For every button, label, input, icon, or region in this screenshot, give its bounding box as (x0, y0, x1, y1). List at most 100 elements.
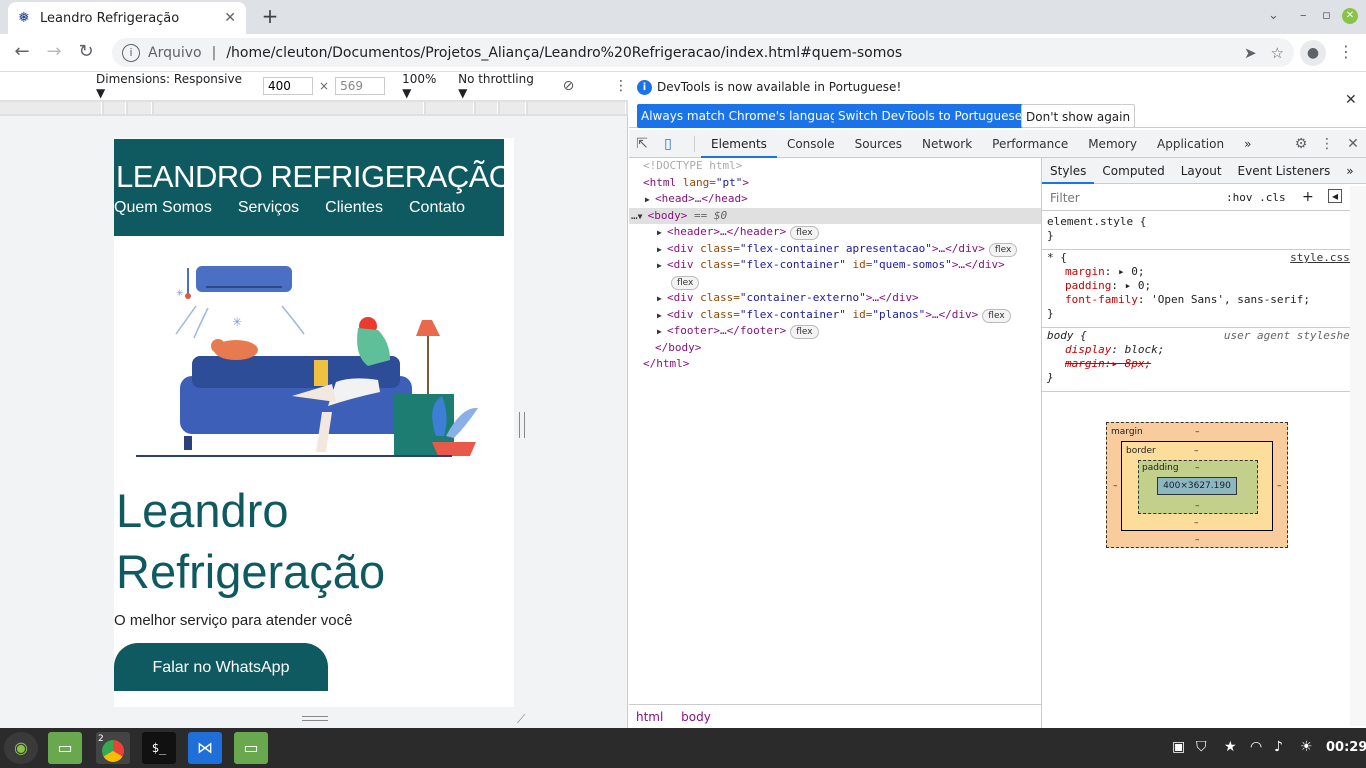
brightness-icon[interactable]: ☀ (1300, 739, 1313, 755)
flex-badge[interactable]: flex (790, 325, 819, 339)
height-input[interactable] (335, 77, 386, 95)
filter-input[interactable]: Filter (1050, 191, 1080, 205)
tab-elements[interactable]: Elements (701, 130, 777, 158)
dom-node-header[interactable]: ▶ <header>…</header> flex (629, 224, 1041, 241)
dom-node-head[interactable]: ▶ <head>…</head> (629, 191, 1041, 208)
breadcrumb-body[interactable]: body (681, 710, 711, 724)
css-value[interactable]: : ▸ 0; (1105, 265, 1145, 278)
dom-node-div-container-externo[interactable]: ▶ <div class="container-externo">…</div> (629, 290, 1041, 307)
dom-node-div-quem-somos[interactable]: ▶ <div class="flex-container" id="quem-so… (629, 257, 1041, 274)
flex-badge[interactable]: flex (671, 275, 700, 290)
devtools-menu-icon[interactable]: ⋮ (1314, 136, 1340, 152)
settings-gear-icon[interactable]: ⚙ (1288, 136, 1314, 152)
ruler-segment[interactable] (476, 102, 498, 114)
whatsapp-button[interactable]: Falar no WhatsApp (114, 643, 328, 691)
hov-cls-toggles[interactable]: :hov .cls (1226, 191, 1286, 204)
more-tabs-icon[interactable]: » (1234, 130, 1261, 158)
inspect-element-icon[interactable]: ⇱ (629, 136, 655, 152)
flex-badge[interactable]: flex (790, 226, 819, 240)
content-size[interactable]: 400×3627.190 (1157, 477, 1237, 495)
switch-to-portuguese-button[interactable]: Switch DevTools to Portuguese (834, 104, 1027, 128)
more-options-icon[interactable]: ⋮ (614, 78, 628, 94)
reload-icon[interactable]: ↻ (74, 41, 98, 65)
star-icon[interactable]: ☆ (1271, 44, 1284, 62)
add-rule-icon[interactable]: + (1302, 189, 1314, 205)
css-value[interactable]: : ▸ 0; (1111, 279, 1151, 292)
clock[interactable]: 00:29 (1326, 740, 1366, 755)
url-text[interactable]: /home/cleuton/Documentos/Projetos_Alianç… (226, 45, 1230, 61)
margin-right-value[interactable]: – (1277, 481, 1282, 491)
clipboard-icon[interactable]: ▣ (1172, 739, 1185, 755)
dont-show-again-button[interactable]: Don't show again (1021, 104, 1136, 128)
dom-node-body[interactable]: …▼ <body> == $0 (629, 207, 1041, 226)
resize-handle-right[interactable] (519, 412, 525, 438)
terminal-icon[interactable]: $_ (142, 732, 176, 764)
rule-selector[interactable]: element.style { (1047, 215, 1363, 229)
info-icon[interactable]: i (122, 43, 140, 62)
nav-clientes[interactable]: Clientes (325, 199, 383, 217)
tab-layout[interactable]: Layout (1173, 158, 1230, 184)
padding-top-value[interactable]: – (1195, 463, 1200, 473)
breadcrumb-html[interactable]: html (636, 710, 663, 724)
profile-avatar-icon[interactable]: ● (1300, 40, 1326, 66)
expand-triangle-icon[interactable]: ▶ (657, 225, 667, 242)
styles-scrollbar[interactable] (1350, 186, 1366, 726)
dom-node-body-close[interactable]: </body> (629, 340, 1041, 357)
device-toggle-icon[interactable]: ▯ (655, 136, 681, 152)
tab-network[interactable]: Network (912, 130, 982, 158)
ruler-segment[interactable] (528, 102, 626, 114)
mint-menu-icon[interactable]: ◉ (4, 732, 38, 764)
css-property[interactable]: padding (1065, 279, 1111, 292)
rule-selector[interactable]: * { (1047, 251, 1067, 264)
tab-memory[interactable]: Memory (1078, 130, 1147, 158)
dom-node-html-close[interactable]: </html> (629, 356, 1041, 373)
vscode-icon[interactable]: ⋈ (188, 732, 222, 764)
resize-corner-icon[interactable]: ⟋ (517, 712, 525, 727)
always-match-language-button[interactable]: Always match Chrome's language (637, 104, 849, 128)
chevron-down-icon[interactable]: ⌄ (1268, 8, 1279, 23)
volume-icon[interactable]: ♪ (1274, 739, 1283, 755)
ruler-segment[interactable] (0, 102, 102, 114)
width-input[interactable] (263, 77, 314, 95)
dom-node-html[interactable]: <html lang="pt"> (629, 175, 1041, 192)
expand-triangle-icon[interactable]: ▶ (657, 242, 667, 259)
border-bottom-value[interactable]: – (1194, 518, 1199, 528)
send-icon[interactable]: ➤ (1244, 44, 1257, 62)
css-property[interactable]: margin (1065, 265, 1105, 278)
ruler-segment[interactable] (154, 102, 424, 114)
folder-icon[interactable]: ▭ (48, 732, 82, 764)
menu-kebab-icon[interactable]: ⋮ (1338, 42, 1354, 61)
nav-contato[interactable]: Contato (409, 199, 465, 217)
tab-event-listeners[interactable]: Event Listeners (1230, 158, 1339, 184)
nav-quem-somos[interactable]: Quem Somos (114, 199, 212, 217)
close-infobar-icon[interactable]: ✕ (1345, 92, 1357, 108)
ruler-segment[interactable] (104, 102, 126, 114)
close-tab-icon[interactable]: ✕ (224, 10, 236, 26)
ruler-segment[interactable] (426, 102, 474, 114)
margin-top-value[interactable]: – (1195, 427, 1200, 437)
browser-tab[interactable]: ❅ Leandro Refrigeração ✕ (8, 2, 246, 34)
close-devtools-icon[interactable]: ✕ (1340, 136, 1366, 152)
tab-styles[interactable]: Styles (1042, 158, 1095, 184)
tab-application[interactable]: Application (1147, 130, 1234, 158)
new-tab-button[interactable]: + (258, 5, 282, 29)
expand-triangle-icon[interactable]: ▶ (657, 291, 667, 308)
css-property[interactable]: font-family (1065, 293, 1138, 306)
expand-triangle-icon[interactable]: ▶ (645, 192, 655, 209)
zoom-dropdown[interactable]: 100% ▼ (402, 72, 447, 100)
css-value[interactable]: : 'Open Sans', sans-serif; (1138, 293, 1310, 306)
margin-left-value[interactable]: – (1113, 481, 1118, 491)
chrome-icon[interactable]: 2 (96, 732, 130, 764)
address-bar[interactable]: i Arquivo | /home/cleuton/Documentos/Pro… (112, 38, 1294, 67)
border-top-value[interactable]: – (1194, 446, 1199, 456)
tab-console[interactable]: Console (777, 130, 845, 158)
minimize-icon[interactable]: – (1300, 8, 1307, 23)
padding-bottom-value[interactable]: – (1195, 501, 1200, 511)
resize-handle-bottom[interactable] (302, 716, 328, 721)
nav-servicos[interactable]: Serviços (238, 199, 299, 217)
star-icon[interactable]: ★ (1224, 739, 1237, 755)
tab-performance[interactable]: Performance (982, 130, 1078, 158)
flex-badge[interactable]: flex (988, 242, 1018, 257)
collapse-triangle-icon[interactable]: ▼ (638, 209, 648, 226)
ruler-segment[interactable] (128, 102, 152, 114)
